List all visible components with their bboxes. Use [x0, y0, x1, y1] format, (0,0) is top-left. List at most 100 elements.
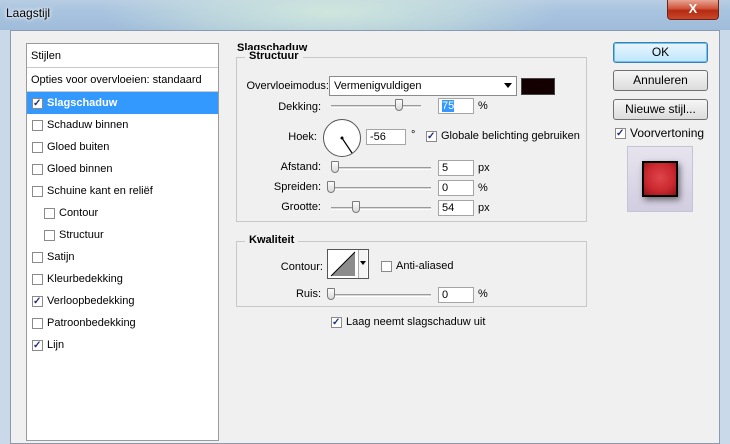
style-item-label: Structuur — [59, 229, 104, 241]
opacity-slider[interactable] — [331, 105, 421, 108]
style-item-label: Verloopbedekking — [47, 295, 135, 307]
style-item-structuur[interactable]: Structuur — [27, 224, 218, 246]
style-item-checkbox[interactable] — [32, 339, 43, 351]
quality-title: Kwaliteit — [245, 234, 299, 246]
preview-label: Voorvertoning — [630, 126, 705, 140]
close-button[interactable]: X — [667, 0, 719, 20]
style-item-contour[interactable]: Contour — [27, 202, 218, 224]
preview-swatch — [642, 161, 678, 197]
ok-button[interactable]: OK — [613, 42, 708, 63]
style-item-label: Kleurbedekking — [47, 273, 123, 285]
spread-slider[interactable] — [331, 187, 431, 190]
anti-aliased-label: Anti-aliased — [396, 260, 454, 272]
style-item-checkbox[interactable] — [32, 163, 43, 175]
spread-field[interactable]: 0 — [438, 180, 474, 196]
style-item-label: Gloed buiten — [47, 141, 110, 153]
opacity-label: Dekking: — [278, 101, 321, 113]
global-light-check — [426, 130, 437, 142]
styles-header[interactable]: Stijlen — [27, 44, 218, 68]
blend-mode-select[interactable]: Vermenigvuldigen — [329, 76, 517, 96]
spread-unit: % — [478, 182, 488, 194]
preview-checkbox[interactable]: Voorvertoning — [615, 126, 704, 140]
style-item-schaduw-binnen[interactable]: Schaduw binnen — [27, 114, 218, 136]
style-item-gloed-binnen[interactable]: Gloed binnen — [27, 158, 218, 180]
style-item-checkbox[interactable] — [32, 185, 43, 197]
style-item-satijn[interactable]: Satijn — [27, 246, 218, 268]
style-item-checkbox[interactable] — [32, 295, 43, 307]
style-item-checkbox[interactable] — [32, 97, 43, 109]
title-bar-background — [100, 0, 560, 30]
distance-label: Afstand: — [280, 161, 321, 173]
preview-check — [615, 127, 626, 139]
knockout-checkbox[interactable]: Laag neemt slagschaduw uit — [331, 316, 485, 328]
style-item-label: Schuine kant en reliëf — [47, 185, 153, 197]
distance-slider[interactable] — [331, 167, 431, 170]
contour-dropdown-arrow — [358, 250, 367, 278]
cancel-button[interactable]: Annuleren — [613, 70, 708, 91]
noise-label: Ruis: — [295, 288, 321, 300]
style-item-label: Slagschaduw — [47, 97, 118, 109]
opacity-slider-thumb[interactable] — [394, 99, 403, 111]
spread-label: Spreiden: — [273, 181, 321, 193]
style-item-verloopbedekking[interactable]: Verloopbedekking — [27, 290, 218, 312]
style-item-label: Contour — [59, 207, 99, 219]
anti-aliased-checkbox[interactable]: Anti-aliased — [381, 260, 453, 272]
contour-label: Contour: — [280, 261, 323, 273]
angle-field[interactable]: -56 — [366, 129, 406, 145]
chevron-down-icon — [360, 261, 366, 265]
style-item-kleurbedekking[interactable]: Kleurbedekking — [27, 268, 218, 290]
size-slider-thumb[interactable] — [352, 201, 360, 213]
style-item-label: Gloed binnen — [47, 163, 113, 175]
style-item-checkbox[interactable] — [32, 317, 43, 329]
size-field[interactable]: 54 — [438, 200, 474, 216]
styles-list: Stijlen Opties voor overvloeien: standaa… — [26, 43, 219, 441]
blend-options-item[interactable]: Opties voor overvloeien: standaard — [27, 68, 218, 92]
structure-title: Structuur — [245, 50, 303, 62]
anti-aliased-check — [381, 260, 392, 272]
chevron-down-icon — [504, 83, 512, 88]
knockout-label: Laag neemt slagschaduw uit — [346, 316, 486, 328]
style-item-checkbox[interactable] — [32, 141, 43, 153]
style-item-label: Satijn — [47, 251, 75, 263]
new-style-button[interactable]: Nieuwe stijl... — [613, 99, 708, 120]
noise-slider-thumb[interactable] — [327, 288, 335, 300]
knockout-check — [331, 316, 342, 328]
opacity-field[interactable]: 75 — [438, 98, 474, 114]
style-item-label: Schaduw binnen — [47, 119, 129, 131]
style-item-checkbox[interactable] — [44, 229, 55, 241]
contour-picker[interactable] — [327, 249, 369, 279]
global-light-label: Globale belichting gebruiken — [441, 130, 580, 142]
size-slider[interactable] — [331, 207, 431, 210]
distance-unit: px — [478, 162, 490, 174]
style-item-label: Patroonbedekking — [47, 317, 136, 329]
opacity-value: 75 — [442, 100, 455, 112]
style-item-lijn[interactable]: Lijn — [27, 334, 218, 356]
noise-field[interactable]: 0 — [438, 287, 474, 303]
style-item-schuine-kant-en-reli-f[interactable]: Schuine kant en reliëf — [27, 180, 218, 202]
size-label: Grootte: — [281, 201, 321, 213]
style-item-checkbox[interactable] — [32, 251, 43, 263]
distance-field[interactable]: 5 — [438, 160, 474, 176]
preview-thumbnail — [627, 146, 693, 212]
global-light-checkbox[interactable]: Globale belichting gebruiken — [426, 130, 580, 142]
style-item-checkbox[interactable] — [32, 119, 43, 131]
noise-slider[interactable] — [331, 294, 431, 297]
blend-mode-label: Overvloeimodus: — [246, 80, 329, 92]
title-bar: Laagstijl X — [0, 0, 730, 30]
angle-unit: ° — [411, 129, 416, 141]
style-item-patroonbedekking[interactable]: Patroonbedekking — [27, 312, 218, 334]
style-item-slagschaduw[interactable]: Slagschaduw — [27, 92, 218, 114]
size-unit: px — [478, 202, 490, 214]
style-item-checkbox[interactable] — [44, 207, 55, 219]
spread-slider-thumb[interactable] — [327, 181, 335, 193]
opacity-unit: % — [478, 100, 488, 112]
blend-mode-value: Vermenigvuldigen — [334, 80, 422, 92]
angle-needle — [340, 136, 353, 154]
window-title: Laagstijl — [6, 6, 51, 20]
distance-slider-thumb[interactable] — [331, 161, 339, 173]
style-item-checkbox[interactable] — [32, 273, 43, 285]
style-item-gloed-buiten[interactable]: Gloed buiten — [27, 136, 218, 158]
shadow-color-swatch[interactable] — [521, 78, 555, 95]
contour-preview-icon — [330, 251, 356, 277]
angle-dial[interactable] — [323, 119, 361, 157]
